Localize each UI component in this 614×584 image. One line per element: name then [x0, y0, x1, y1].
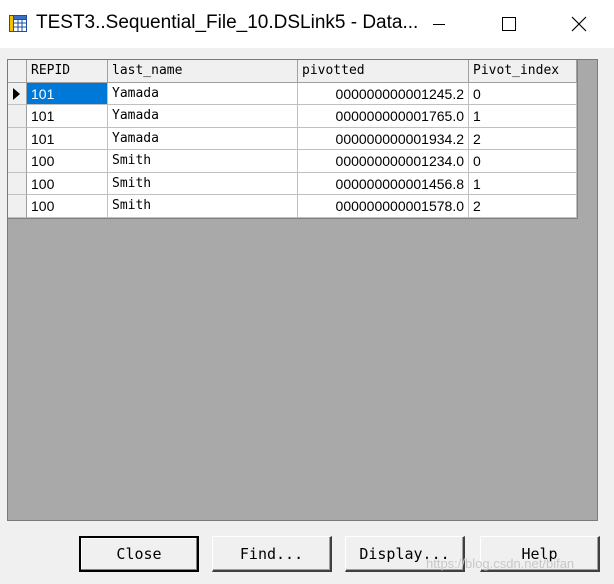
table-row[interactable]: 101 Yamada 000000000001245.2 0 — [8, 82, 577, 105]
row-indicator[interactable] — [8, 127, 27, 150]
data-grid-area[interactable]: REPID last_name pivotted Pivot_index 101… — [7, 59, 598, 521]
table-row[interactable]: 100 Smith 000000000001456.8 1 — [8, 172, 577, 195]
column-header-repid[interactable]: REPID — [27, 60, 108, 83]
watermark-text: https://blog.csdn.net/bifan — [426, 556, 575, 571]
data-browser-window: TEST3..Sequential_File_10.DSLink5 - Data… — [0, 0, 614, 584]
cell-last-name[interactable]: Yamada — [108, 105, 298, 128]
cell-pivot-index[interactable]: 2 — [469, 195, 577, 218]
minimize-icon — [433, 24, 445, 25]
column-header-pivotted[interactable]: pivotted — [298, 60, 469, 83]
cell-last-name[interactable]: Smith — [108, 172, 298, 195]
cell-last-name[interactable]: Yamada — [108, 127, 298, 150]
row-indicator[interactable] — [8, 105, 27, 128]
cell-pivot-index[interactable]: 2 — [469, 127, 577, 150]
cell-pivotted[interactable]: 000000000001234.0 — [298, 150, 469, 173]
cell-repid[interactable]: 101 — [27, 105, 108, 128]
close-window-button[interactable] — [544, 0, 614, 48]
close-button[interactable]: Close — [79, 536, 199, 572]
data-grid[interactable]: REPID last_name pivotted Pivot_index 101… — [8, 60, 578, 219]
cell-pivotted[interactable]: 000000000001245.2 — [298, 82, 469, 105]
cell-pivot-index[interactable]: 0 — [469, 82, 577, 105]
window-title: TEST3..Sequential_File_10.DSLink5 - Data… — [36, 12, 419, 33]
cell-pivotted[interactable]: 000000000001578.0 — [298, 195, 469, 218]
cell-last-name[interactable]: Smith — [108, 195, 298, 218]
cell-last-name[interactable]: Yamada — [108, 82, 298, 105]
row-indicator[interactable] — [8, 82, 27, 105]
column-header-pivot-index[interactable]: Pivot_index — [469, 60, 577, 83]
table-row[interactable]: 100 Smith 000000000001234.0 0 — [8, 150, 577, 173]
cell-repid[interactable]: 100 — [27, 172, 108, 195]
grid-header-row: REPID last_name pivotted Pivot_index — [8, 60, 577, 83]
cell-pivotted[interactable]: 000000000001765.0 — [298, 105, 469, 128]
cell-repid[interactable]: 101 — [27, 127, 108, 150]
row-indicator[interactable] — [8, 172, 27, 195]
cell-repid[interactable]: 101 — [27, 82, 108, 105]
close-icon — [571, 16, 587, 32]
cell-repid[interactable]: 100 — [27, 150, 108, 173]
table-app-icon — [9, 15, 27, 32]
row-indicator[interactable] — [8, 150, 27, 173]
cell-pivotted[interactable]: 000000000001456.8 — [298, 172, 469, 195]
cell-pivot-index[interactable]: 0 — [469, 150, 577, 173]
table-row[interactable]: 101 Yamada 000000000001934.2 2 — [8, 127, 577, 150]
table-row[interactable]: 100 Smith 000000000001578.0 2 — [8, 195, 577, 218]
cell-last-name[interactable]: Smith — [108, 150, 298, 173]
current-row-arrow-icon — [13, 87, 20, 100]
maximize-button[interactable] — [474, 0, 544, 48]
column-header-last-name[interactable]: last_name — [108, 60, 298, 83]
cell-pivot-index[interactable]: 1 — [469, 105, 577, 128]
minimize-button[interactable] — [404, 0, 474, 48]
header-corner[interactable] — [8, 60, 27, 83]
cell-pivot-index[interactable]: 1 — [469, 172, 577, 195]
table-row[interactable]: 101 Yamada 000000000001765.0 1 — [8, 105, 577, 128]
cell-repid[interactable]: 100 — [27, 195, 108, 218]
maximize-icon — [502, 17, 516, 31]
find-button[interactable]: Find... — [212, 536, 332, 572]
title-bar[interactable]: TEST3..Sequential_File_10.DSLink5 - Data… — [0, 0, 614, 48]
row-indicator[interactable] — [8, 195, 27, 218]
cell-pivotted[interactable]: 000000000001934.2 — [298, 127, 469, 150]
